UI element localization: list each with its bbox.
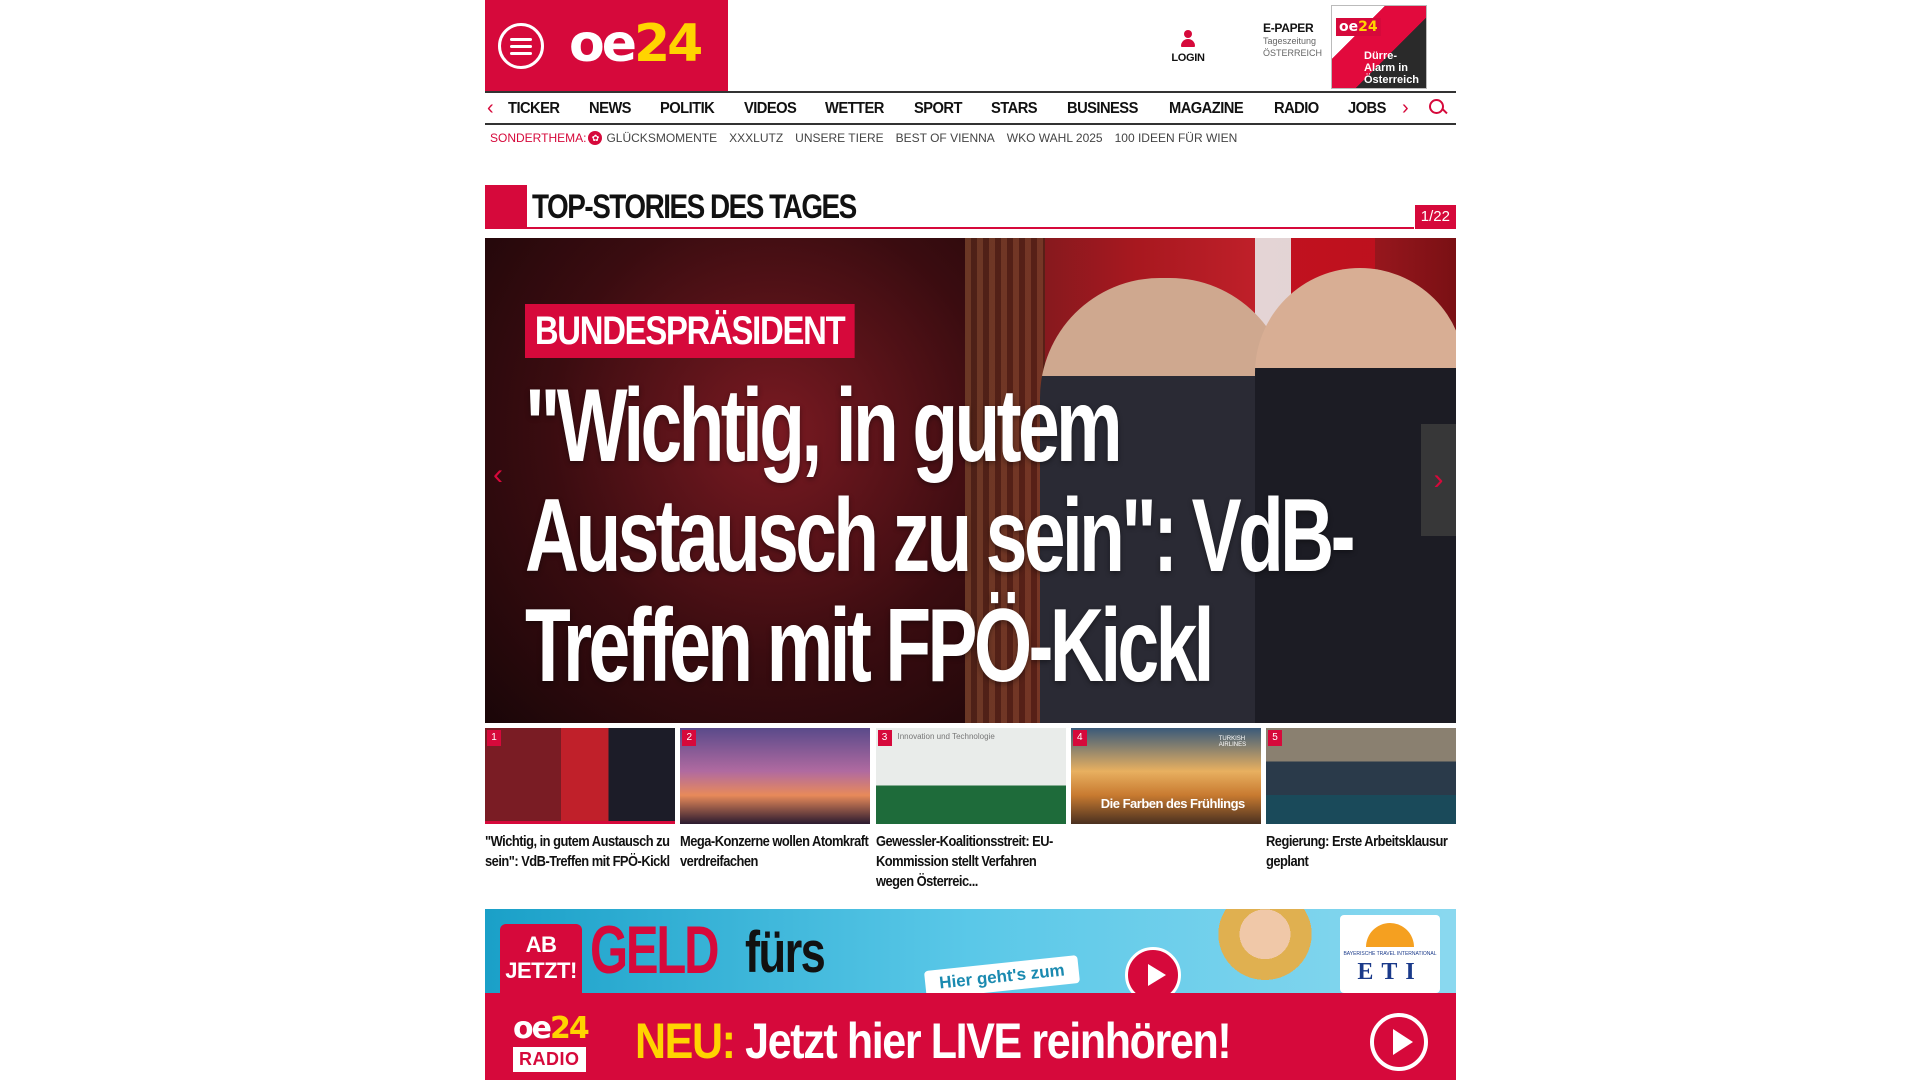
nav-item-sport[interactable]: SPORT <box>914 100 963 118</box>
special-topic-link[interactable]: XXXLUTZ <box>729 131 783 145</box>
epaper-subtitle-2: ÖSTERREICH <box>1263 48 1323 58</box>
thumbnail-number: 5 <box>1268 730 1282 746</box>
section-underline <box>527 227 1414 229</box>
thumbnail-number: 4 <box>1072 730 1087 746</box>
epaper-link[interactable]: E-PAPER Tageszeitung ÖSTERREICH <box>1263 21 1333 59</box>
hero-category-badge: BUNDESPRÄSIDENT <box>525 304 855 358</box>
special-topic-link[interactable]: BEST OF VIENNA <box>896 131 995 145</box>
nav-item-ticker[interactable]: TICKER <box>508 100 560 118</box>
site-header: oe24 LOGIN E-PAPER Tageszeitung ÖSTERREI… <box>485 0 1456 91</box>
thumbnail-title[interactable]: Regierung: Erste Arbeitsklausur geplant <box>1266 832 1457 872</box>
nav-item-business[interactable]: BUSINESS <box>1067 100 1138 118</box>
section-title: TOP-STORIES DES TAGES <box>532 188 857 226</box>
special-topic-link[interactable]: 100 IDEEN FÜR WIEN <box>1115 131 1238 145</box>
nav-item-radio[interactable]: RADIO <box>1274 100 1319 118</box>
radio-logo-label: RADIO <box>513 1047 586 1072</box>
nav-item-magazine[interactable]: MAGAZINE <box>1169 100 1244 118</box>
story-thumbnails: 1 "Wichtig, in gutem Austausch zu sein":… <box>485 728 1456 892</box>
thumbnail-number: 3 <box>877 730 892 746</box>
eti-wordmark: ETI <box>1357 959 1423 985</box>
login-label: LOGIN <box>1171 52 1205 64</box>
sun-icon <box>1366 923 1414 947</box>
special-topics-bar: SONDERTHEMA: ✿ GLÜCKSMOMENTE XXXLUTZ UNS… <box>490 131 1249 145</box>
nav-item-videos[interactable]: VIDEOS <box>744 100 797 118</box>
radio-logo: oe24 RADIO <box>513 1013 603 1072</box>
thumbnail-title[interactable]: "Wichtig, in gutem Austausch zu sein": V… <box>485 832 676 872</box>
advertisement-banner[interactable]: AB JETZT! GELD fürs Hier geht's zum BAYER… <box>485 909 1456 993</box>
special-topic-link[interactable]: UNSERE TIERE <box>795 131 883 145</box>
epaper-title: E-PAPER <box>1263 21 1314 35</box>
ad-cta-label[interactable]: Hier geht's zum <box>923 955 1080 993</box>
nav-items: TICKER NEWS POLITIK VIDEOS WETTER SPORT … <box>508 100 1414 118</box>
epaper-cover-thumbnail[interactable]: oe24 Dürre-Alarm in Österreich <box>1331 5 1427 89</box>
special-topics-label: SONDERTHEMA: <box>490 131 587 145</box>
search-icon[interactable] <box>1429 99 1447 117</box>
user-icon <box>1180 30 1196 48</box>
thumbnail-number: 2 <box>682 730 697 746</box>
special-topic-link[interactable]: GLÜCKSMOMENTE <box>606 131 717 145</box>
nav-item-news[interactable]: NEWS <box>589 100 632 118</box>
eti-logo: BAYERISCHE TRAVEL INTERNATIONAL ETI <box>1340 915 1440 993</box>
nav-next-arrow-icon[interactable]: › <box>1402 98 1409 118</box>
hero-headline[interactable]: "Wichtig, in gutem Austausch zu sein": V… <box>525 371 1389 701</box>
radio-logo-wordmark: oe24 <box>513 1011 590 1046</box>
radio-promo-message: Jetzt hier LIVE reinhören! <box>734 1013 1231 1069</box>
nav-item-politik[interactable]: POLITIK <box>660 100 715 118</box>
thumbnail-image: 3 Innovation und Technologie <box>875 728 1066 824</box>
thumbnail-image: 4 TURKISH AIRLINES Die Farben des Frühling… <box>1070 728 1261 824</box>
eti-tagline: BAYERISCHE TRAVEL INTERNATIONAL <box>1343 951 1437 957</box>
nav-item-jobs[interactable]: JOBS <box>1348 100 1386 118</box>
thumbnail-title[interactable]: Gewessler-Koalitionsstreit: EU-Kommissio… <box>876 832 1067 892</box>
radio-neu-label: NEU: <box>635 1013 736 1069</box>
thumbnail-title[interactable]: Mega-Konzerne wollen Atomkraft verdreifa… <box>680 832 871 872</box>
hamburger-menu-icon[interactable] <box>498 23 544 69</box>
hero-slide[interactable]: BUNDESPRÄSIDENT "Wichtig, in gutem Austa… <box>485 238 1456 723</box>
ad-furs-text: fürs <box>745 920 826 985</box>
clover-icon: ✿ <box>588 131 603 145</box>
story-thumbnail[interactable]: 2 Mega-Konzerne wollen Atomkraft verdrei… <box>680 728 871 892</box>
ad-person-image <box>1205 909 1325 993</box>
story-thumbnail[interactable]: 4 TURKISH AIRLINES Die Farben des Frühling… <box>1070 728 1261 892</box>
main-column: oe24 LOGIN E-PAPER Tageszeitung ÖSTERREI… <box>485 0 1456 993</box>
ad-play-icon[interactable] <box>1125 947 1181 993</box>
story-thumbnail[interactable]: 5 Regierung: Erste Arbeitsklausur geplan… <box>1266 728 1456 892</box>
thumbnail-image: 2 <box>680 728 871 824</box>
logo-oe: oe <box>569 14 637 74</box>
thumbnail-number: 1 <box>487 730 501 746</box>
thumbnail-image: 1 <box>485 728 675 824</box>
thumbnail-airline-logo: TURKISH AIRLINES <box>1218 736 1247 748</box>
section-accent-bar <box>485 185 527 229</box>
nav-item-stars[interactable]: STARS <box>991 100 1038 118</box>
thumbnail-caption: Innovation und Technologie <box>897 732 995 741</box>
nav-prev-arrow-icon[interactable]: ‹ <box>487 98 494 118</box>
hero-prev-arrow-icon[interactable]: ‹ <box>493 458 503 492</box>
ad-geld-text: GELD <box>590 912 720 988</box>
slide-counter: 1/22 <box>1414 205 1456 229</box>
special-topic-link[interactable]: WKO WAHL 2025 <box>1007 131 1103 145</box>
epaper-mini-logo: oe24 <box>1336 18 1381 36</box>
thumbnail-image: 5 <box>1266 728 1456 824</box>
hero-next-arrow-icon[interactable]: › <box>1421 424 1456 536</box>
login-button[interactable]: LOGIN <box>1168 30 1208 64</box>
logo-24: 24 <box>634 14 703 74</box>
ad-badge: AB JETZT! <box>500 924 582 993</box>
top-stories-header: TOP-STORIES DES TAGES 1/22 <box>485 185 1456 229</box>
story-thumbnail[interactable]: 1 "Wichtig, in gutem Austausch zu sein":… <box>485 728 675 892</box>
nav-item-wetter[interactable]: WETTER <box>825 100 884 118</box>
main-navigation: ‹ TICKER NEWS POLITIK VIDEOS WETTER SPOR… <box>485 91 1456 125</box>
epaper-subtitle-1: Tageszeitung <box>1263 36 1317 46</box>
radio-play-icon[interactable] <box>1370 1013 1428 1071</box>
site-logo[interactable]: oe24 <box>569 14 703 74</box>
logo-block: oe24 <box>485 0 728 91</box>
radio-sticky-bar[interactable]: oe24 RADIO NEU: Jetzt hier LIVE reinhöre… <box>485 993 1456 1080</box>
story-thumbnail[interactable]: 3 Innovation und Technologie Gewessler-Ko… <box>875 728 1067 892</box>
thumbnail-caption: Die Farben des Frühlings <box>1100 796 1246 811</box>
page: oe24 LOGIN E-PAPER Tageszeitung ÖSTERREI… <box>0 0 1920 1080</box>
epaper-cover-headline: Dürre-Alarm in Österreich <box>1364 50 1420 86</box>
radio-promo-text: NEU: Jetzt hier LIVE reinhören! <box>635 1011 1232 1071</box>
